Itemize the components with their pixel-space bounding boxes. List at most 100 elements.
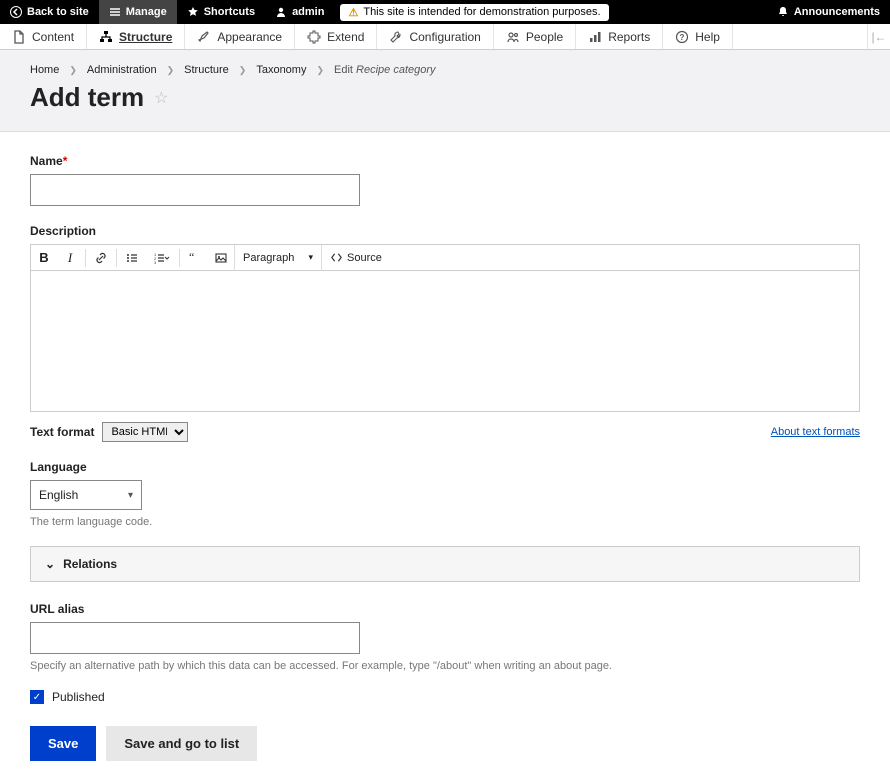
source-button[interactable]: Source <box>322 251 390 264</box>
published-label: Published <box>52 690 105 704</box>
svg-text:“: “ <box>189 251 194 264</box>
svg-text:?: ? <box>680 33 685 42</box>
name-field-row: Name* <box>30 154 860 206</box>
shortcuts-menu[interactable]: Shortcuts <box>177 0 265 24</box>
tab-reports-label: Reports <box>608 30 650 44</box>
file-icon <box>12 30 26 44</box>
warning-icon: ⚠ <box>348 6 358 19</box>
chevron-right-icon: ❯ <box>69 65 77 76</box>
page-header: Home ❯ Administration ❯ Structure ❯ Taxo… <box>0 50 890 132</box>
bulleted-list-button[interactable] <box>119 245 145 271</box>
url-alias-label: URL alias <box>30 602 860 616</box>
puzzle-icon <box>307 30 321 44</box>
published-checkbox[interactable]: ✓ <box>30 690 44 704</box>
tabs-spacer <box>733 24 868 49</box>
paintbrush-icon <box>197 30 211 44</box>
language-help-text: The term language code. <box>30 516 860 528</box>
tab-appearance[interactable]: Appearance <box>185 24 295 49</box>
favorite-star-icon[interactable]: ☆ <box>154 88 168 108</box>
structure-icon <box>99 30 113 44</box>
language-select[interactable]: English ▾ <box>30 480 142 510</box>
toolbar-separator <box>116 249 117 267</box>
tab-content-label: Content <box>32 30 74 44</box>
user-menu[interactable]: admin <box>265 0 334 24</box>
collapse-toolbar-button[interactable]: |← <box>868 24 890 49</box>
italic-button[interactable]: I <box>57 245 83 271</box>
manage-menu[interactable]: Manage <box>99 0 177 24</box>
image-button[interactable] <box>208 245 234 271</box>
reports-icon <box>588 30 602 44</box>
star-icon <box>187 6 199 18</box>
url-alias-input[interactable] <box>30 622 360 654</box>
toolbar-separator <box>85 249 86 267</box>
editor-body[interactable] <box>31 271 859 411</box>
back-arrow-icon <box>10 6 22 18</box>
link-button[interactable] <box>88 245 114 271</box>
text-format-label: Text format <box>30 425 94 439</box>
tab-configuration-label: Configuration <box>409 30 480 44</box>
bold-button[interactable]: B <box>31 245 57 271</box>
name-input[interactable] <box>30 174 360 206</box>
crumb-taxonomy[interactable]: Taxonomy <box>256 64 306 76</box>
admin-topbar: Back to site Manage Shortcuts admin ⚠ Th… <box>0 0 890 24</box>
tab-appearance-label: Appearance <box>217 30 282 44</box>
heading-dropdown-label: Paragraph <box>243 252 294 264</box>
name-label: Name* <box>30 154 860 168</box>
breadcrumb: Home ❯ Administration ❯ Structure ❯ Taxo… <box>30 64 860 76</box>
people-icon <box>506 30 520 44</box>
form-content: Name* Description B I 123 <box>0 132 890 783</box>
chevron-right-icon: ❯ <box>167 65 175 76</box>
save-go-to-list-button[interactable]: Save and go to list <box>106 726 257 761</box>
chevron-down-icon: ▾ <box>128 490 133 501</box>
chevron-down-icon: ⌄ <box>45 557 55 571</box>
text-format-select[interactable]: Basic HTML <box>102 422 188 442</box>
tab-people[interactable]: People <box>494 24 576 49</box>
demo-banner: ⚠ This site is intended for demonstratio… <box>340 4 608 21</box>
language-field-row: Language English ▾ The term language cod… <box>30 460 860 528</box>
blockquote-button[interactable]: “ <box>182 245 208 271</box>
collapse-icon: |← <box>871 30 886 44</box>
tab-configuration[interactable]: Configuration <box>377 24 493 49</box>
heading-dropdown[interactable]: Paragraph ▾ <box>234 245 322 271</box>
description-field-row: Description B I 123 “ <box>30 224 860 442</box>
tab-reports[interactable]: Reports <box>576 24 663 49</box>
relations-label: Relations <box>63 557 117 571</box>
toolbar-separator <box>179 249 180 267</box>
relations-fieldset[interactable]: ⌄ Relations <box>30 546 860 582</box>
tab-help-label: Help <box>695 30 720 44</box>
tab-structure-label: Structure <box>119 30 172 44</box>
chevron-down-icon: ▾ <box>308 252 313 263</box>
editor-toolbar: B I 123 “ <box>31 245 859 271</box>
tab-content[interactable]: Content <box>0 24 87 49</box>
description-label: Description <box>30 224 860 238</box>
announcements-link[interactable]: Announcements <box>767 0 890 24</box>
page-title: Add term <box>30 82 144 113</box>
tab-extend[interactable]: Extend <box>295 24 377 49</box>
tab-structure[interactable]: Structure <box>87 24 185 49</box>
announcements-label: Announcements <box>794 6 880 18</box>
crumb-structure[interactable]: Structure <box>184 64 229 76</box>
about-text-formats-link[interactable]: About text formats <box>771 426 860 438</box>
user-label: admin <box>292 6 324 18</box>
crumb-home[interactable]: Home <box>30 64 59 76</box>
text-format-row: Text format Basic HTML About text format… <box>30 422 860 442</box>
published-checkbox-row: ✓ Published <box>30 690 860 704</box>
manage-label: Manage <box>126 6 167 18</box>
chevron-right-icon: ❯ <box>239 65 247 76</box>
wrench-icon <box>389 30 403 44</box>
language-label: Language <box>30 460 860 474</box>
save-button[interactable]: Save <box>30 726 96 761</box>
rich-text-editor: B I 123 “ <box>30 244 860 412</box>
crumb-administration[interactable]: Administration <box>87 64 157 76</box>
numbered-list-button[interactable]: 123 <box>145 245 177 271</box>
bell-icon <box>777 6 789 18</box>
back-to-site-link[interactable]: Back to site <box>0 0 99 24</box>
user-icon <box>275 6 287 18</box>
url-alias-help-text: Specify an alternative path by which thi… <box>30 660 860 672</box>
tab-help[interactable]: ? Help <box>663 24 733 49</box>
tab-people-label: People <box>526 30 563 44</box>
chevron-right-icon: ❯ <box>316 65 324 76</box>
url-alias-field-row: URL alias Specify an alternative path by… <box>30 602 860 672</box>
admin-tabs: Content Structure Appearance Extend Conf… <box>0 24 890 50</box>
crumb-edit: Edit Recipe category <box>334 64 436 76</box>
